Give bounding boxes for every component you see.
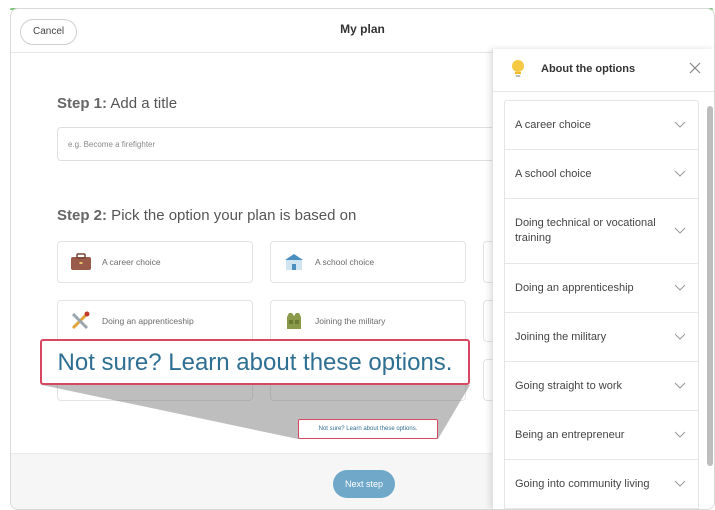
accordion-item-school[interactable]: A school choice	[505, 150, 698, 199]
close-icon[interactable]	[686, 59, 704, 77]
chevron-down-icon	[674, 121, 686, 128]
learn-options-link[interactable]: Not sure? Learn about these options.	[298, 419, 438, 439]
accordion-item-military[interactable]: Joining the military	[505, 313, 698, 362]
chevron-down-icon	[674, 431, 686, 438]
chevron-down-icon	[674, 382, 686, 389]
panel-title: About the options	[541, 63, 636, 75]
accordion-item-apprenticeship[interactable]: Doing an apprenticeship	[505, 264, 698, 313]
chevron-down-icon	[674, 170, 686, 177]
accordion-label: Doing an apprenticeship	[515, 281, 634, 294]
chevron-down-icon	[674, 284, 686, 291]
accordion-item-work[interactable]: Going straight to work	[505, 362, 698, 411]
accordion-label: Going into community living	[515, 477, 650, 490]
chevron-down-icon	[674, 227, 686, 234]
accordion-label: Joining the military	[515, 330, 607, 343]
plan-dialog: Cancel My plan Step 1: Add a title e.g. …	[10, 8, 715, 510]
chevron-down-icon	[674, 480, 686, 487]
accordion-label: A school choice	[515, 167, 592, 180]
accordion-item-career[interactable]: A career choice	[505, 101, 698, 150]
scrollbar-thumb[interactable]	[707, 106, 713, 466]
accordion-label: A career choice	[515, 118, 591, 131]
lightbulb-icon	[511, 59, 525, 86]
options-accordion: A career choice A school choice Doing te…	[504, 100, 699, 509]
accordion-item-vocational[interactable]: Doing technical or vocational training	[505, 199, 698, 264]
accordion-label: Doing technical or vocational training	[515, 217, 656, 244]
chevron-down-icon	[674, 333, 686, 340]
about-options-panel: About the options A career choice A scho…	[492, 49, 714, 509]
accordion-label: Being an entrepreneur	[515, 428, 625, 441]
panel-header: About the options	[493, 49, 714, 92]
accordion-item-entrepreneur[interactable]: Being an entrepreneur	[505, 411, 698, 460]
learn-options-callout: Not sure? Learn about these options.	[40, 339, 470, 385]
accordion-label: Going straight to work	[515, 379, 622, 392]
panel-scrollbar[interactable]	[707, 100, 713, 505]
accordion-item-community[interactable]: Going into community living	[505, 460, 698, 509]
